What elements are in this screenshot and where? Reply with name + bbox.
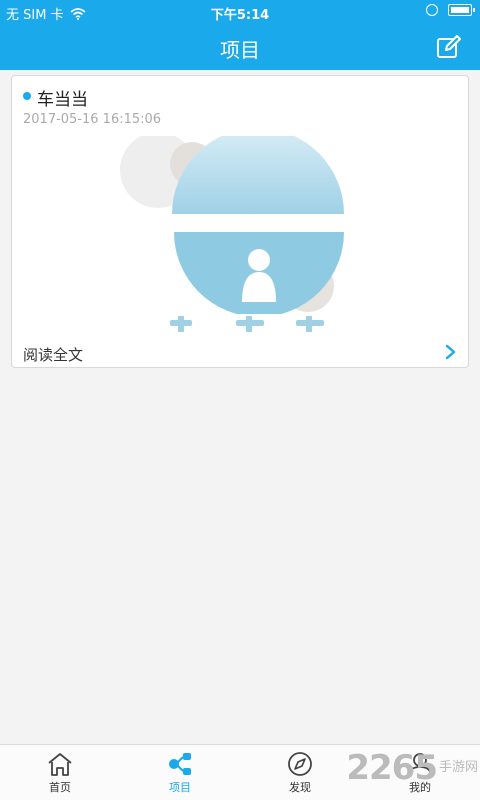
watermark: 2265 手游网 — [346, 748, 478, 788]
page-title: 项目 — [220, 38, 260, 62]
watermark-site: 手游网 — [438, 760, 478, 775]
rotation-lock-icon — [426, 4, 438, 16]
tab-home[interactable]: 首页 — [30, 751, 90, 795]
status-bar: 无 SIM 卡 下午5:14 — [0, 0, 480, 24]
header: 无 SIM 卡 下午5:14 项目 — [0, 0, 480, 70]
status-time: 下午5:14 — [210, 8, 270, 23]
chevron-right-icon[interactable] — [444, 344, 458, 360]
tab-discover[interactable]: 发现 — [270, 751, 330, 795]
compass-icon — [288, 752, 312, 776]
nav-bar: 项目 — [0, 28, 480, 66]
read-more-link[interactable]: 阅读全文 — [23, 344, 83, 365]
home-icon — [48, 753, 72, 776]
bullet-dot — [23, 92, 31, 100]
share-nodes-icon — [169, 753, 191, 775]
tab-home-label: 首页 — [49, 781, 71, 794]
watermark-number: 2265 — [346, 748, 438, 788]
tab-project-label: 项目 — [169, 781, 191, 794]
edit-icon[interactable] — [436, 34, 462, 60]
project-date: 2017-05-16 16:15:06 — [23, 112, 162, 127]
tab-discover-label: 发现 — [289, 781, 311, 794]
project-image[interactable] — [118, 136, 356, 332]
battery-icon — [448, 4, 475, 16]
project-title[interactable]: 车当当 — [37, 85, 88, 110]
project-card[interactable]: 车当当 2017-05-16 16:15:06 阅读全文 — [11, 75, 469, 368]
status-right — [426, 4, 475, 16]
tab-project[interactable]: 项目 — [150, 751, 210, 795]
